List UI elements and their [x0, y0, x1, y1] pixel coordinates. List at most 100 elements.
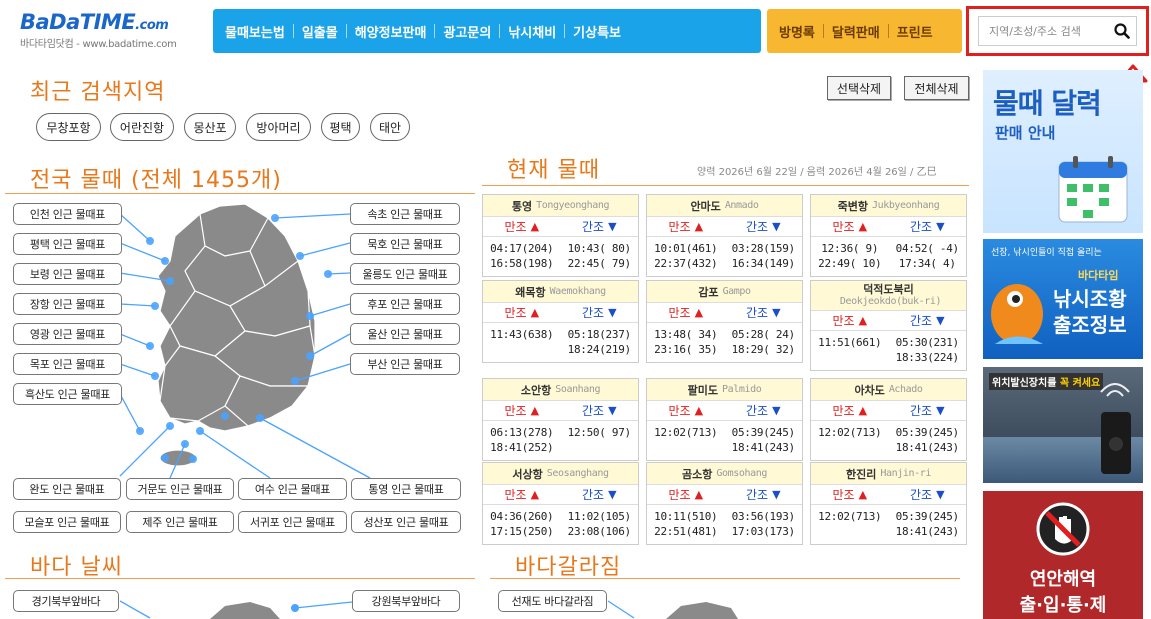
tide-card[interactable]: 왜목항 Waemokhang 만조 ▲ 간조 ▼ 11:43(638) 05:18(…: [482, 280, 639, 363]
region-pyeongtaek[interactable]: 평택 인근 물때표: [13, 233, 122, 255]
high-tide-time: 22:49( 10): [818, 257, 882, 270]
nav-guestbook[interactable]: 방명록: [771, 22, 823, 41]
search-icon[interactable]: [1108, 23, 1136, 39]
side-nav: 방명록 달력판매 프린트: [767, 9, 962, 53]
weather-gangwon-north[interactable]: 강원북부앞바다: [352, 590, 460, 612]
tide-card-header: 서상항 Seosanghang: [483, 463, 638, 485]
calendar-icon: [1058, 156, 1128, 223]
port-name: 안마도: [690, 199, 721, 213]
low-tide-col: 05:39(245) 18:41(243): [725, 425, 803, 455]
region-heuksando[interactable]: 흑산도 인근 물때표: [13, 383, 122, 405]
no-entry-hand-icon: [1036, 502, 1090, 556]
port-name: 죽변항: [837, 199, 868, 213]
triangle-down-icon: ▼: [608, 220, 617, 233]
tide-labels: 만조 ▲ 간조 ▼: [647, 303, 802, 323]
low-tide-col: 05:39(245) 18:41(243): [889, 509, 967, 539]
region-hupo[interactable]: 후포 인근 물때표: [350, 293, 460, 315]
tide-card[interactable]: 소안항 Soanhang 만조 ▲ 간조 ▼ 06:13(278) 18:41(252…: [482, 378, 639, 461]
recent-tag[interactable]: 어란진항: [110, 113, 174, 141]
region-jeju[interactable]: 제주 인근 물때표: [126, 511, 234, 533]
low-tide-time: 16:34(149): [731, 257, 796, 270]
delete-selected-button[interactable]: 선택삭제: [827, 76, 891, 100]
site-logo[interactable]: BaDaTIME.com 바다타임닷컴 - www.badatime.com: [20, 10, 205, 55]
port-name: 서상항: [512, 467, 543, 481]
region-mukho[interactable]: 묵호 인근 물때표: [350, 233, 460, 255]
tide-times: 12:36( 9) 22:49( 10) 04:52( -4) 17:34( 4): [811, 237, 966, 276]
recent-tag[interactable]: 평택: [321, 113, 360, 141]
region-moseulpo[interactable]: 모슬포 인근 물때표: [13, 511, 121, 533]
triangle-up-icon: ▲: [530, 306, 540, 319]
parting-seonjaedo[interactable]: 선재도 바다갈라짐: [498, 590, 607, 612]
port-name-en: Seosanghang: [546, 468, 609, 479]
tide-card[interactable]: 서상항 Seosanghang 만조 ▲ 간조 ▼ 04:36(260) 17:15(…: [482, 462, 639, 545]
region-sokcho[interactable]: 속초 인근 물때표: [350, 203, 460, 225]
low-tide-time: 05:18(237): [567, 328, 632, 341]
tide-card[interactable]: 죽변항 Jukbyeonhang 만조 ▲ 간조 ▼ 12:36( 9) 22:49(…: [810, 194, 967, 277]
tide-labels: 만조 ▲ 간조 ▼: [811, 485, 966, 505]
ad-coastal-restriction[interactable]: 연안해역 출·입·통·제: [983, 491, 1143, 619]
ad-location-beacon[interactable]: 위치발신장치를 꼭 켜세요: [983, 367, 1143, 483]
tide-labels: 만조 ▲ 간조 ▼: [483, 485, 638, 505]
high-tide-label: 만조: [832, 220, 855, 234]
search-input[interactable]: [989, 24, 1108, 38]
region-yeonggwang[interactable]: 영광 인근 물때표: [13, 323, 122, 345]
tide-card[interactable]: 감포 Gampo 만조 ▲ 간조 ▼ 13:48( 34) 23:16( 35) 05…: [646, 280, 803, 363]
nav-tide-guide[interactable]: 물때보는법: [217, 22, 293, 41]
region-boryeong[interactable]: 보령 인근 물때표: [13, 263, 122, 285]
delete-all-button[interactable]: 전체삭제: [904, 76, 969, 100]
ad-fishing-report[interactable]: 선장, 낚시인들이 직접 올리는 바다타임 낚시조황 출조정보: [983, 239, 1143, 359]
ad2-brand: 바다타임: [1078, 269, 1119, 282]
low-tide-col: 05:28( 24) 18:29( 32): [725, 327, 803, 357]
high-tide-col: 04:36(260) 17:15(250): [483, 509, 561, 539]
region-busan[interactable]: 부산 인근 물때표: [350, 353, 460, 375]
high-tide-time: 22:37(432): [654, 257, 718, 270]
tide-card[interactable]: 한진리 Hanjin-ri 만조 ▲ 간조 ▼ 12:02(713) 05:39(2…: [810, 462, 967, 545]
region-ulsan[interactable]: 울산 인근 물때표: [350, 323, 460, 345]
current-title: 현재 물때: [507, 158, 600, 183]
triangle-down-icon: ▼: [936, 404, 945, 417]
low-tide-time: 12:50( 97): [567, 426, 632, 439]
recent-tag[interactable]: 몽산포: [184, 113, 236, 141]
region-wando[interactable]: 완도 인근 물때표: [13, 478, 121, 500]
nav-fishing-gear[interactable]: 낚시채비: [500, 22, 564, 41]
region-tongyeong[interactable]: 통영 인근 물때표: [351, 478, 461, 500]
nav-print[interactable]: 프린트: [889, 22, 941, 41]
region-geomundo[interactable]: 거문도 인근 물때표: [126, 478, 234, 500]
low-tide-time: 05:39(245): [895, 426, 960, 439]
recent-title: 최근 검색지역: [30, 80, 166, 105]
ad-calendar-sale[interactable]: 물때 달력 판매 안내: [983, 70, 1143, 233]
tide-card[interactable]: 통영 Tongyeonghang 만조 ▲ 간조 ▼ 04:17(204) 16:58…: [482, 194, 639, 277]
recent-tag[interactable]: 방아머리: [246, 113, 311, 141]
low-tide-col: 03:56(193) 17:03(173): [725, 509, 803, 539]
region-mokpo[interactable]: 목포 인근 물때표: [13, 353, 122, 375]
recent-tag[interactable]: 무창포항: [36, 113, 101, 141]
tide-card[interactable]: 안마도 Anmado 만조 ▲ 간조 ▼ 10:01(461) 22:37(432) …: [646, 194, 803, 277]
region-janghang[interactable]: 장항 인근 물때표: [13, 293, 122, 315]
nav-sunrise[interactable]: 일출몰: [294, 22, 346, 41]
tide-card[interactable]: 덕적도북리 Deokjeokdo(buk-ri) 만조 ▲ 간조 ▼ 11:51(6…: [810, 280, 967, 371]
region-yeosu[interactable]: 여수 인근 물때표: [238, 478, 347, 500]
low-tide-time: 18:41(243): [895, 525, 960, 538]
weather-gyeonggi-north[interactable]: 경기북부앞바다: [13, 590, 119, 612]
high-tide-time: 23:16( 35): [654, 343, 718, 356]
low-tide-col: 05:30(231) 18:33(224): [889, 335, 967, 365]
nav-weather-alert[interactable]: 기상특보: [565, 22, 629, 41]
triangle-down-icon: ▼: [936, 220, 945, 233]
region-incheon[interactable]: 인천 인근 물때표: [13, 203, 122, 225]
triangle-down-icon: ▼: [772, 306, 781, 319]
nav-calendar-sale[interactable]: 달력판매: [824, 22, 888, 41]
recent-tag[interactable]: 태안: [370, 113, 410, 141]
region-seogwipo[interactable]: 서귀포 인근 물때표: [238, 511, 347, 533]
tide-card[interactable]: 곰소항 Gomsohang 만조 ▲ 간조 ▼ 10:11(510) 22:51(48…: [646, 462, 803, 545]
region-seongsanpo[interactable]: 성산포 인근 물때표: [351, 511, 461, 533]
nav-ad-inquiry[interactable]: 광고문의: [435, 22, 499, 41]
low-tide-label: 간조: [581, 488, 605, 502]
region-ulleungdo[interactable]: 울릉도 인근 물때표: [350, 263, 460, 285]
port-name-en: Hanjin-ri: [880, 468, 931, 479]
tide-card[interactable]: 아차도 Achado 만조 ▲ 간조 ▼ 12:02(713) 05:39(245)…: [810, 378, 967, 461]
high-tide-label: 만조: [668, 220, 691, 234]
high-tide-time: 06:13(278): [490, 426, 554, 439]
tide-card[interactable]: 팔미도 Palmido 만조 ▲ 간조 ▼ 12:02(713) 05:39(245…: [646, 378, 803, 461]
weather-map: [120, 600, 353, 619]
nav-ocean-info[interactable]: 해양정보판매: [347, 22, 435, 41]
